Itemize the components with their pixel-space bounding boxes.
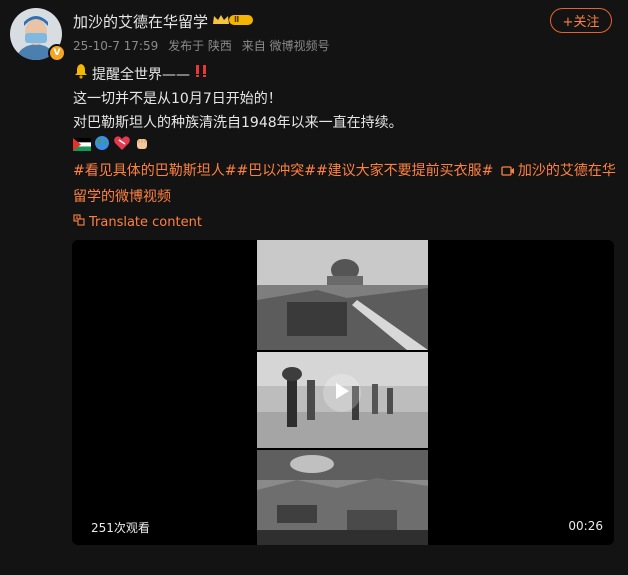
play-button[interactable] bbox=[323, 374, 361, 412]
hashtag-link[interactable]: #巴以冲突# bbox=[236, 163, 315, 179]
post-meta: 25-10-7 17:59 发布于 陕西 来自 微博视频号 bbox=[73, 37, 336, 54]
video-frame-dome bbox=[257, 240, 428, 350]
video-player[interactable]: 251次观看 00:26 bbox=[72, 240, 614, 545]
video-duration: 00:26 bbox=[568, 519, 603, 533]
fist-icon bbox=[134, 135, 150, 159]
hashtag-line: #看见具体的巴勒斯坦人##巴以冲突##建议大家不要提前买衣服# 加沙的艾德在华留… bbox=[73, 159, 618, 209]
play-icon bbox=[334, 382, 350, 404]
bell-icon bbox=[73, 63, 89, 87]
post-line-2: 这一切并不是从10月7日开始的！ bbox=[73, 91, 282, 107]
crown-icon bbox=[213, 15, 253, 25]
level-badge: Ⅱ bbox=[212, 13, 254, 27]
hashtag-link[interactable]: #看见具体的巴勒斯坦人# bbox=[73, 163, 236, 179]
view-count: 251次观看 bbox=[91, 521, 150, 535]
video-camera-icon bbox=[501, 161, 515, 185]
post-line-3: 对巴勒斯坦人的种族清洗自1948年以来一直在持续。 bbox=[73, 115, 403, 131]
post-source: 来自 微博视频号 bbox=[241, 39, 330, 53]
post-line-1: 提醒全世界—— bbox=[92, 67, 190, 83]
follow-button[interactable]: +关注 bbox=[550, 8, 612, 33]
post-location: 发布于 陕西 bbox=[168, 39, 232, 53]
translate-label: Translate content bbox=[89, 214, 202, 230]
post-datetime[interactable]: 25-10-7 17:59 bbox=[73, 39, 158, 53]
username[interactable]: 加沙的艾德在华留学 bbox=[73, 11, 208, 32]
translate-icon: A bbox=[73, 214, 85, 230]
verified-badge: V bbox=[48, 44, 66, 62]
double-exclamation-icon bbox=[193, 63, 209, 87]
heart-icon bbox=[113, 135, 131, 159]
post-body: 提醒全世界—— 这一切并不是从10月7日开始的！ 对巴勒斯坦人的种族清洗自194… bbox=[73, 63, 618, 209]
level-number: Ⅱ bbox=[234, 15, 240, 24]
translate-button[interactable]: A Translate content bbox=[73, 214, 202, 230]
globe-icon bbox=[94, 135, 110, 159]
emoji-row bbox=[73, 135, 618, 159]
video-frame-ruins bbox=[257, 450, 428, 545]
hashtag-link[interactable]: #建议大家不要提前买衣服# bbox=[316, 163, 493, 179]
palestine-flag-icon bbox=[73, 135, 91, 159]
